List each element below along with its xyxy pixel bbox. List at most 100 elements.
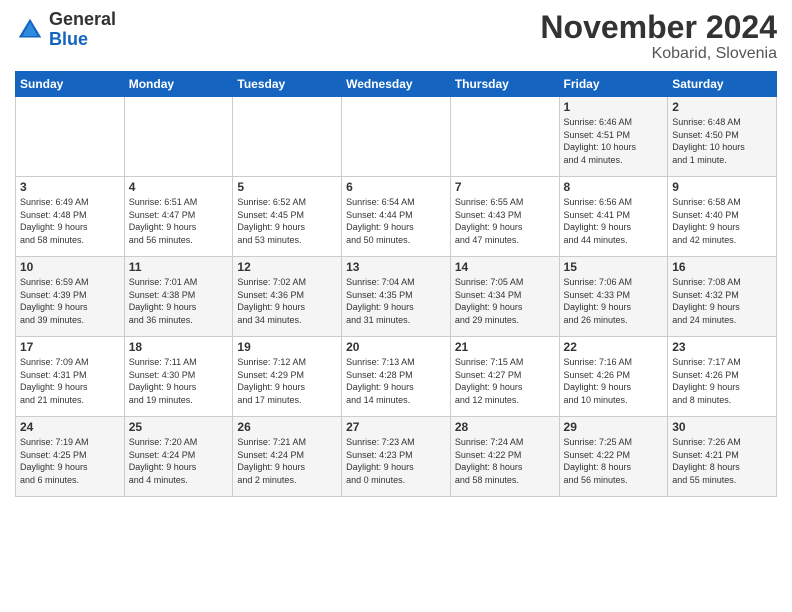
day-number: 22 <box>564 340 664 354</box>
calendar-day-cell: 27Sunrise: 7:23 AM Sunset: 4:23 PM Dayli… <box>342 417 451 497</box>
day-info: Sunrise: 7:17 AM Sunset: 4:26 PM Dayligh… <box>672 356 772 406</box>
day-info: Sunrise: 6:46 AM Sunset: 4:51 PM Dayligh… <box>564 116 664 166</box>
day-number: 14 <box>455 260 555 274</box>
calendar-day-cell: 21 Sunrise: 7:15 AM Sunset: 4:27 PM Dayli… <box>450 337 559 417</box>
day-number: 20 <box>346 340 446 354</box>
day-number: 9 <box>672 180 772 194</box>
weekday-header: Sunday <box>16 72 125 97</box>
day-number: 4 <box>129 180 229 194</box>
day-info: Sunrise: 6:51 AM Sunset: 4:47 PM Dayligh… <box>129 196 229 246</box>
calendar-day-cell: 24 Sunrise: 7:19 AM Sunset: 4:25 PM Dayli… <box>16 417 125 497</box>
calendar-day-cell: 13Sunrise: 7:04 AM Sunset: 4:35 PM Dayli… <box>342 257 451 337</box>
calendar-day-cell: 19Sunrise: 7:12 AM Sunset: 4:29 PM Dayli… <box>233 337 342 417</box>
weekday-header: Saturday <box>668 72 777 97</box>
day-info: Sunrise: 6:52 AM Sunset: 4:45 PM Dayligh… <box>237 196 337 246</box>
day-info: Sunrise: 6:58 AM Sunset: 4:40 PM Dayligh… <box>672 196 772 246</box>
calendar-day-cell <box>233 97 342 177</box>
calendar-day-cell: 18 Sunrise: 7:11 AM Sunset: 4:30 PM Dayli… <box>124 337 233 417</box>
calendar-day-cell: 4 Sunrise: 6:51 AM Sunset: 4:47 PM Daylig… <box>124 177 233 257</box>
day-info: Sunrise: 7:20 AM Sunset: 4:24 PM Dayligh… <box>129 436 229 486</box>
calendar-week-row: 17Sunrise: 7:09 AM Sunset: 4:31 PM Dayli… <box>16 337 777 417</box>
main-container: General Blue November 2024 Kobarid, Slov… <box>0 0 792 507</box>
day-number: 26 <box>237 420 337 434</box>
day-info: Sunrise: 7:26 AM Sunset: 4:21 PM Dayligh… <box>672 436 772 486</box>
day-info: Sunrise: 7:16 AM Sunset: 4:26 PM Dayligh… <box>564 356 664 406</box>
calendar-day-cell: 6 Sunrise: 6:54 AM Sunset: 4:44 PM Daylig… <box>342 177 451 257</box>
day-number: 5 <box>237 180 337 194</box>
calendar-week-row: 1 Sunrise: 6:46 AM Sunset: 4:51 PM Daylig… <box>16 97 777 177</box>
weekday-header: Friday <box>559 72 668 97</box>
calendar-day-cell: 25 Sunrise: 7:20 AM Sunset: 4:24 PM Dayli… <box>124 417 233 497</box>
day-number: 10 <box>20 260 120 274</box>
day-number: 23 <box>672 340 772 354</box>
calendar-day-cell: 23 Sunrise: 7:17 AM Sunset: 4:26 PM Dayli… <box>668 337 777 417</box>
calendar-day-cell: 11 Sunrise: 7:01 AM Sunset: 4:38 PM Dayli… <box>124 257 233 337</box>
day-info: Sunrise: 6:56 AM Sunset: 4:41 PM Dayligh… <box>564 196 664 246</box>
day-info: Sunrise: 6:59 AM Sunset: 4:39 PM Dayligh… <box>20 276 120 326</box>
day-number: 25 <box>129 420 229 434</box>
weekday-header-row: SundayMondayTuesdayWednesdayThursdayFrid… <box>16 72 777 97</box>
day-number: 16 <box>672 260 772 274</box>
day-number: 12 <box>237 260 337 274</box>
calendar-day-cell: 26Sunrise: 7:21 AM Sunset: 4:24 PM Dayli… <box>233 417 342 497</box>
day-info: Sunrise: 6:48 AM Sunset: 4:50 PM Dayligh… <box>672 116 772 166</box>
calendar-week-row: 10 Sunrise: 6:59 AM Sunset: 4:39 PM Dayli… <box>16 257 777 337</box>
month-title: November 2024 <box>540 10 777 45</box>
day-number: 27 <box>346 420 446 434</box>
day-info: Sunrise: 7:25 AM Sunset: 4:22 PM Dayligh… <box>564 436 664 486</box>
calendar-day-cell <box>342 97 451 177</box>
day-number: 3 <box>20 180 120 194</box>
calendar-day-cell: 22 Sunrise: 7:16 AM Sunset: 4:26 PM Dayli… <box>559 337 668 417</box>
day-info: Sunrise: 7:05 AM Sunset: 4:34 PM Dayligh… <box>455 276 555 326</box>
calendar-day-cell <box>450 97 559 177</box>
calendar-day-cell: 3 Sunrise: 6:49 AM Sunset: 4:48 PM Daylig… <box>16 177 125 257</box>
day-info: Sunrise: 7:24 AM Sunset: 4:22 PM Dayligh… <box>455 436 555 486</box>
calendar-day-cell: 10 Sunrise: 6:59 AM Sunset: 4:39 PM Dayli… <box>16 257 125 337</box>
calendar-day-cell: 12 Sunrise: 7:02 AM Sunset: 4:36 PM Dayli… <box>233 257 342 337</box>
day-number: 18 <box>129 340 229 354</box>
day-info: Sunrise: 7:09 AM Sunset: 4:31 PM Dayligh… <box>20 356 120 406</box>
day-info: Sunrise: 7:12 AM Sunset: 4:29 PM Dayligh… <box>237 356 337 406</box>
calendar-day-cell: 16 Sunrise: 7:08 AM Sunset: 4:32 PM Dayli… <box>668 257 777 337</box>
day-info: Sunrise: 7:08 AM Sunset: 4:32 PM Dayligh… <box>672 276 772 326</box>
logo: General Blue <box>15 10 116 50</box>
day-number: 15 <box>564 260 664 274</box>
title-block: November 2024 Kobarid, Slovenia <box>540 10 777 63</box>
calendar-day-cell: 30Sunrise: 7:26 AM Sunset: 4:21 PM Dayli… <box>668 417 777 497</box>
day-number: 13 <box>346 260 446 274</box>
day-info: Sunrise: 7:02 AM Sunset: 4:36 PM Dayligh… <box>237 276 337 326</box>
calendar-day-cell: 1 Sunrise: 6:46 AM Sunset: 4:51 PM Daylig… <box>559 97 668 177</box>
day-number: 1 <box>564 100 664 114</box>
calendar-day-cell: 20 Sunrise: 7:13 AM Sunset: 4:28 PM Dayli… <box>342 337 451 417</box>
day-info: Sunrise: 6:55 AM Sunset: 4:43 PM Dayligh… <box>455 196 555 246</box>
day-info: Sunrise: 7:19 AM Sunset: 4:25 PM Dayligh… <box>20 436 120 486</box>
header: General Blue November 2024 Kobarid, Slov… <box>15 10 777 63</box>
day-number: 11 <box>129 260 229 274</box>
day-number: 28 <box>455 420 555 434</box>
calendar-week-row: 3 Sunrise: 6:49 AM Sunset: 4:48 PM Daylig… <box>16 177 777 257</box>
day-number: 29 <box>564 420 664 434</box>
calendar-day-cell: 5 Sunrise: 6:52 AM Sunset: 4:45 PM Daylig… <box>233 177 342 257</box>
day-info: Sunrise: 7:11 AM Sunset: 4:30 PM Dayligh… <box>129 356 229 406</box>
logo-general-text: General <box>49 9 116 29</box>
logo-blue-text: Blue <box>49 29 88 49</box>
day-number: 8 <box>564 180 664 194</box>
calendar-day-cell <box>124 97 233 177</box>
day-info: Sunrise: 7:01 AM Sunset: 4:38 PM Dayligh… <box>129 276 229 326</box>
calendar-day-cell: 17Sunrise: 7:09 AM Sunset: 4:31 PM Dayli… <box>16 337 125 417</box>
day-info: Sunrise: 6:49 AM Sunset: 4:48 PM Dayligh… <box>20 196 120 246</box>
day-info: Sunrise: 7:13 AM Sunset: 4:28 PM Dayligh… <box>346 356 446 406</box>
weekday-header: Wednesday <box>342 72 451 97</box>
day-info: Sunrise: 7:15 AM Sunset: 4:27 PM Dayligh… <box>455 356 555 406</box>
calendar-day-cell: 14 Sunrise: 7:05 AM Sunset: 4:34 PM Dayli… <box>450 257 559 337</box>
day-number: 21 <box>455 340 555 354</box>
day-number: 24 <box>20 420 120 434</box>
day-info: Sunrise: 6:54 AM Sunset: 4:44 PM Dayligh… <box>346 196 446 246</box>
calendar-day-cell: 8 Sunrise: 6:56 AM Sunset: 4:41 PM Daylig… <box>559 177 668 257</box>
day-number: 6 <box>346 180 446 194</box>
calendar-table: SundayMondayTuesdayWednesdayThursdayFrid… <box>15 71 777 497</box>
logo-icon <box>15 15 45 45</box>
weekday-header: Monday <box>124 72 233 97</box>
calendar-day-cell: 9 Sunrise: 6:58 AM Sunset: 4:40 PM Daylig… <box>668 177 777 257</box>
location: Kobarid, Slovenia <box>540 45 777 63</box>
